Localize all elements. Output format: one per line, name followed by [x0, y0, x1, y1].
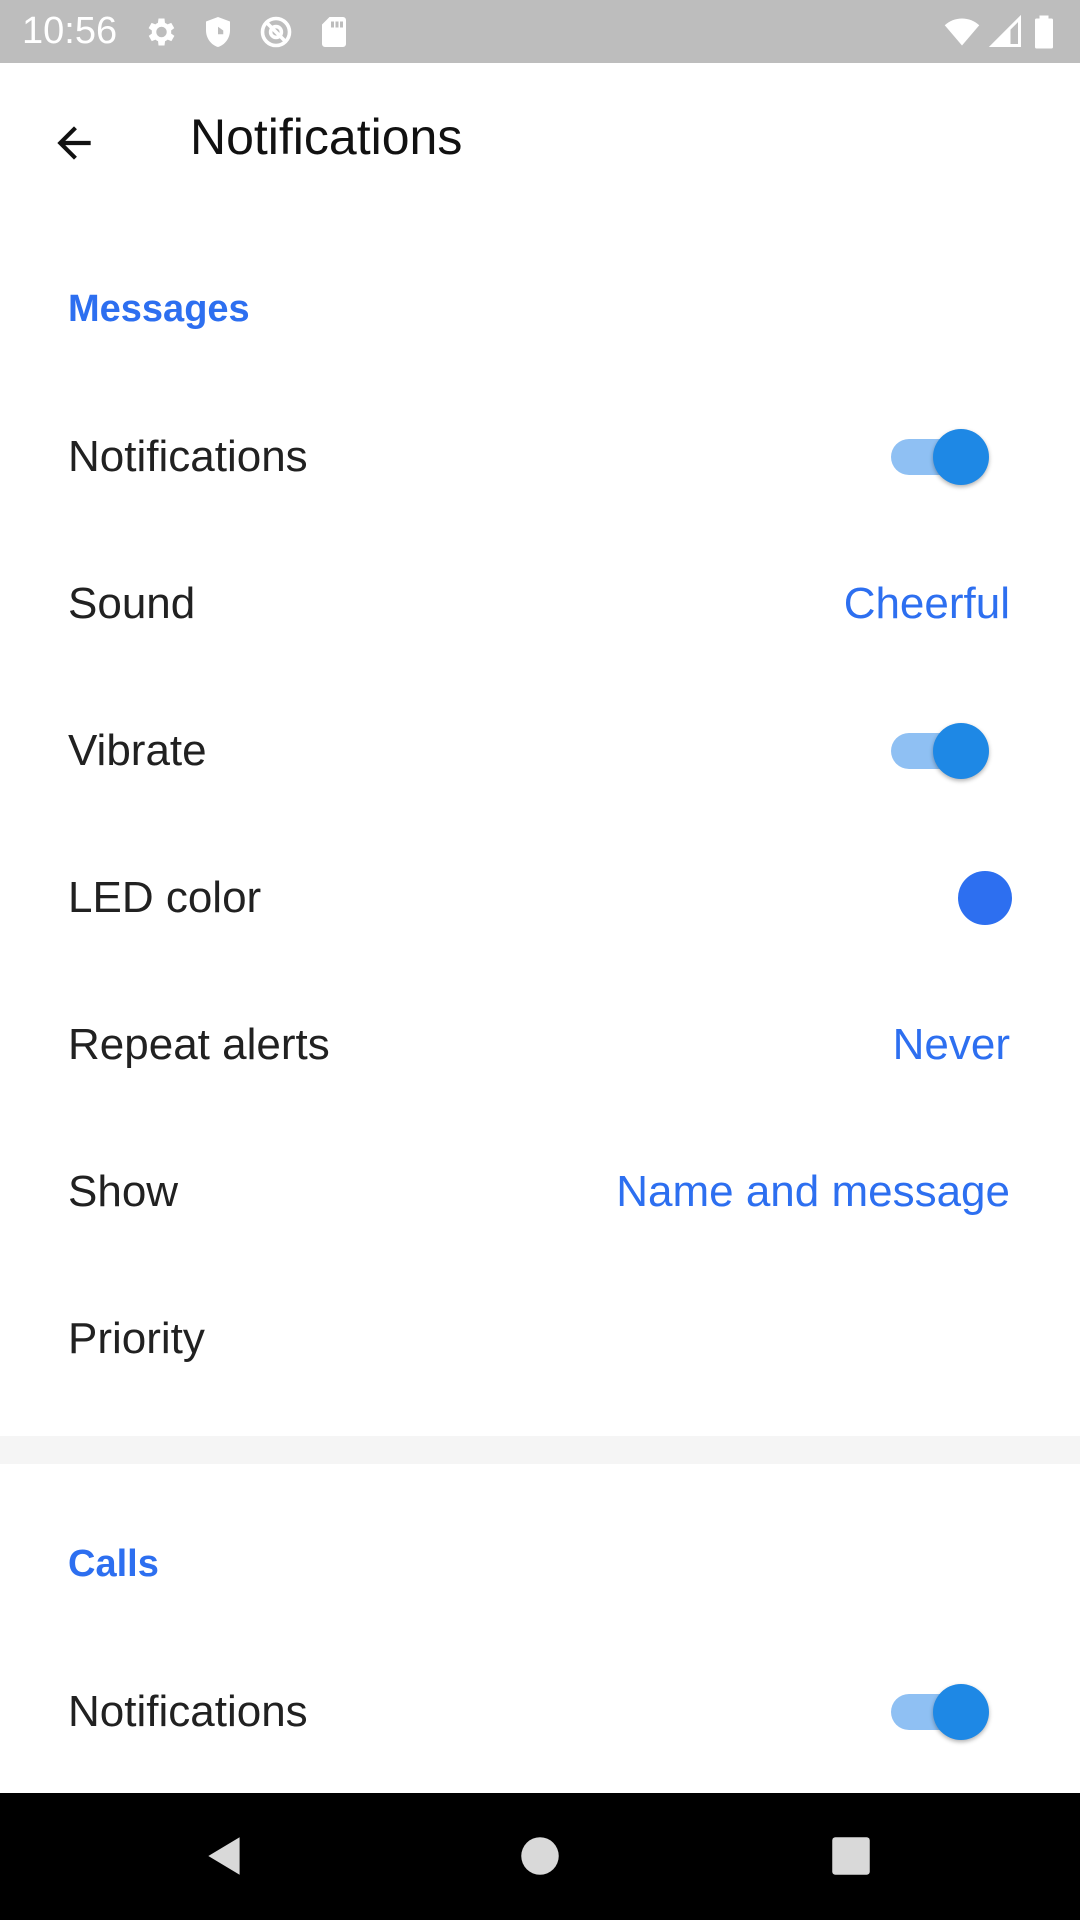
row-label: Priority	[68, 1313, 205, 1363]
status-bar: 10:56	[0, 0, 1080, 63]
section-header-messages: Messages	[68, 288, 250, 330]
repeat-alerts-value: Never	[892, 1019, 1010, 1069]
row-label: Sound	[68, 578, 196, 628]
calls-notifications-row[interactable]: Notifications	[0, 1638, 1080, 1785]
recents-square-icon	[826, 1831, 876, 1881]
messages-vibrate-row[interactable]: Vibrate	[0, 677, 1080, 824]
row-label: Notifications	[68, 1686, 308, 1736]
page-title: Notifications	[190, 109, 463, 165]
section-divider	[0, 1436, 1080, 1464]
row-label: Repeat alerts	[68, 1019, 330, 1069]
section-header-calls: Calls	[68, 1543, 159, 1585]
arrow-back-icon	[49, 118, 99, 168]
row-label: LED color	[68, 872, 262, 922]
row-label: Vibrate	[68, 725, 207, 775]
show-value: Name and message	[616, 1166, 1010, 1216]
nav-back-button[interactable]	[192, 1823, 258, 1889]
messages-vibrate-toggle[interactable]	[885, 722, 989, 779]
messages-sound-row[interactable]: Sound Cheerful	[0, 530, 1080, 677]
at-sign-icon	[258, 14, 294, 50]
sd-card-icon	[316, 14, 352, 50]
toggle-thumb	[933, 1683, 989, 1740]
messages-notifications-toggle[interactable]	[885, 428, 989, 485]
shield-icon	[200, 14, 236, 50]
nav-recents-button[interactable]	[818, 1823, 884, 1889]
back-triangle-icon	[200, 1831, 250, 1881]
back-button[interactable]	[30, 99, 118, 187]
navigation-bar	[0, 1793, 1080, 1920]
wifi-icon	[944, 14, 980, 50]
toggle-thumb	[933, 722, 989, 779]
row-label: Notifications	[68, 431, 308, 481]
status-time: 10:56	[22, 10, 118, 52]
messages-led-color-row[interactable]: LED color	[0, 824, 1080, 971]
led-color-swatch	[958, 870, 1012, 925]
home-circle-icon	[515, 1831, 565, 1881]
toggle-thumb	[933, 428, 989, 485]
settings-icon	[142, 14, 178, 50]
messages-notifications-row[interactable]: Notifications	[0, 383, 1080, 530]
row-label: Show	[68, 1166, 179, 1216]
app-bar: Notifications	[0, 63, 1080, 211]
messages-show-row[interactable]: Show Name and message	[0, 1118, 1080, 1265]
messages-repeat-alerts-row[interactable]: Repeat alerts Never	[0, 971, 1080, 1118]
battery-icon	[1030, 14, 1058, 50]
messages-priority-row[interactable]: Priority	[0, 1265, 1080, 1412]
cell-signal-icon	[988, 14, 1024, 50]
calls-notifications-toggle[interactable]	[885, 1683, 989, 1740]
screen: 10:56 Notifications Messages Notificatio…	[0, 0, 1080, 1920]
sound-value: Cheerful	[843, 578, 1010, 628]
nav-home-button[interactable]	[507, 1823, 573, 1889]
